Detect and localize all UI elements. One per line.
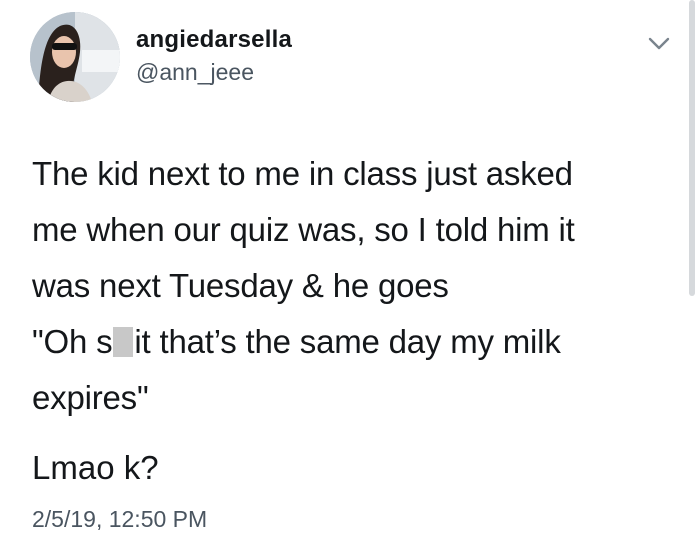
censor-block xyxy=(113,327,134,357)
profile-photo-icon xyxy=(30,12,120,102)
censored-prefix: "Oh s xyxy=(32,323,113,360)
display-name[interactable]: angiedarsella xyxy=(136,26,292,54)
user-handle[interactable]: @ann_jeee xyxy=(136,59,254,86)
tweet-reply-line: Lmao k? xyxy=(32,449,159,486)
tweet-line: me when our quiz was, so I told him it xyxy=(32,211,575,248)
tweet-line: was next Tuesday & he goes xyxy=(32,267,449,304)
tweet-line: expires" xyxy=(32,379,149,416)
timestamp[interactable]: 2/5/19, 12:50 PM xyxy=(32,506,207,533)
tweet-card: angiedarsella @ann_jeee The kid next to … xyxy=(0,0,700,546)
scrollbar[interactable] xyxy=(689,0,695,296)
tweet-line: The kid next to me in class just asked xyxy=(32,155,573,192)
censored-suffix: it that’s the same day my milk xyxy=(134,323,561,360)
avatar[interactable] xyxy=(30,12,120,102)
tweet-text: The kid next to me in class just asked m… xyxy=(32,146,672,426)
chevron-down-icon[interactable] xyxy=(646,34,672,54)
tweet-line-censored: "Oh s it that’s the same day my milk xyxy=(32,314,672,370)
